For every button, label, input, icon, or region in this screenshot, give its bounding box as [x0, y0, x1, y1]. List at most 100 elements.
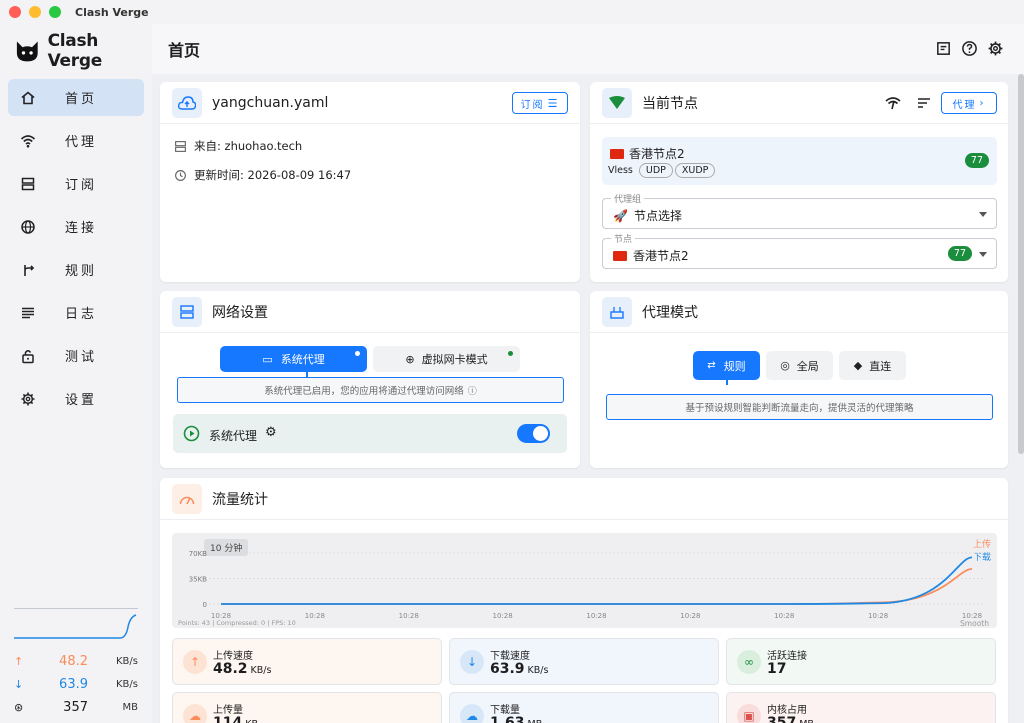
- node-delay-badge: 77: [964, 153, 989, 168]
- current-node-box[interactable]: 香港节点2 Vless UDP XUDP 77: [602, 137, 997, 185]
- dns-icon: [172, 296, 202, 327]
- mode-global-button[interactable]: ◎ 全局: [766, 351, 833, 380]
- mode-direct-button[interactable]: ◆ 直连: [839, 351, 906, 380]
- current-node-header: 当前节点 代理 ›: [590, 82, 1008, 124]
- status-dot: [355, 351, 360, 356]
- help-icon[interactable]: [961, 40, 978, 57]
- status-dot: [508, 351, 513, 356]
- speed-icon: [172, 483, 202, 514]
- gear-icon: [21, 392, 35, 405]
- stat-upload-speed: ↑ 上传速度 48.2 KB/s: [172, 638, 442, 685]
- node-tag: UDP: [638, 163, 673, 178]
- subscribe-button[interactable]: 订阅 ☰: [512, 92, 568, 114]
- wifi-icon: [20, 134, 36, 147]
- proxy-group-value: 节点选择: [633, 209, 682, 223]
- node-select-delay-badge: 77: [947, 246, 972, 261]
- sort-icon[interactable]: [917, 97, 931, 109]
- chart-y-tick-label: 0: [203, 601, 207, 609]
- chart-footer-stats: Points: 43 | Compressed: 0 | FPS: 10: [178, 619, 296, 627]
- switch-knob: [533, 426, 548, 441]
- sidebar-item-connections[interactable]: 连接: [8, 208, 144, 245]
- sidebar-memory: ⊛ 357 MB: [14, 700, 138, 715]
- tab-system-proxy[interactable]: ▭ 系统代理: [220, 346, 367, 372]
- page-header: 首页: [152, 24, 1024, 74]
- sidebar-item-rules[interactable]: 规则: [8, 251, 144, 288]
- main-content: 首页 yangchuan.yaml 订阅 ☰ 来自: zhuohao.tech …: [152, 24, 1024, 723]
- minimize-window-button[interactable]: [29, 6, 41, 18]
- sidebar-download-speed: ↓ 63.9 KB/s: [14, 677, 138, 692]
- arrow-down-icon: ↓: [460, 650, 484, 674]
- cloud-upload-icon: [172, 87, 202, 118]
- profile-title: yangchuan.yaml: [212, 94, 329, 111]
- fork-icon: [24, 264, 35, 276]
- traffic-header: 流量统计: [160, 478, 1008, 520]
- sidebar-item-home[interactable]: 首页: [8, 79, 144, 116]
- network-settings-card: 网络设置 ▭ 系统代理 ⊕ 虚拟网卡模式 系统代理已启用，您的应用将通过代理访问…: [160, 291, 580, 468]
- home-icon: [21, 90, 35, 104]
- traffic-chart-svg: 70KB 35KB 0 10:28 10:28 10:28 10:28 10:28 10:28 1…: [189, 550, 984, 620]
- memory-icon: ▣: [737, 704, 761, 723]
- traffic-chart: 10 分钟 上传 下载 70KB 35KB 0 10:28 10:28 10:28 10:2…: [172, 533, 997, 628]
- toggle-label: 系统代理: [209, 429, 258, 443]
- current-node-card: 当前节点 代理 › 香港节点2 Vless UDP XUDP 77 代理组 🚀: [590, 82, 1008, 282]
- node-tag: XUDP: [674, 163, 716, 178]
- profile-source: 来自: zhuohao.tech: [174, 138, 302, 154]
- app-logo: Clash Verge: [0, 24, 152, 78]
- sidebar-item-label: 规则: [65, 264, 98, 279]
- node-tags: Vless UDP XUDP: [608, 163, 716, 178]
- chevron-right-icon: ›: [979, 97, 986, 109]
- network-settings-header: 网络设置: [160, 291, 580, 333]
- rocket-icon: 🚀: [613, 208, 628, 223]
- network-settings-title: 网络设置: [212, 304, 268, 321]
- node-select-label: 节点: [611, 232, 636, 245]
- help-icon: ⓘ: [467, 386, 477, 397]
- tab-tun-mode[interactable]: ⊕ 虚拟网卡模式: [373, 346, 520, 372]
- node-protocol: Vless: [608, 165, 633, 176]
- node-name: 香港节点2: [629, 147, 685, 161]
- sidebar-item-logs[interactable]: 日志: [8, 294, 144, 331]
- mini-traffic-chart: [14, 608, 138, 639]
- play-circle-icon: [183, 425, 200, 442]
- current-node-title: 当前节点: [642, 95, 698, 112]
- sidebar-item-label: 日志: [65, 307, 98, 322]
- window-title: Clash Verge: [75, 5, 149, 19]
- sidebar-item-label: 设置: [65, 393, 98, 408]
- globe-icon: [21, 219, 35, 234]
- hong-kong-flag-icon: [613, 250, 627, 261]
- stat-download-speed: ↓ 下载速度 63.9 KB/s: [449, 638, 719, 685]
- proxy-group-select[interactable]: 代理组 🚀 节点选择: [602, 192, 997, 229]
- scrollbar[interactable]: [1018, 74, 1024, 454]
- proxy-group-label: 代理组: [611, 192, 645, 205]
- arrow-up-icon: ↑: [183, 650, 207, 674]
- sidebar-item-label: 订阅: [65, 178, 98, 193]
- memory-icon: ⊛: [14, 701, 24, 714]
- search-settings-icon: ⊕: [405, 352, 415, 366]
- sidebar-item-profiles[interactable]: 订阅: [8, 165, 144, 202]
- proxy-mode-title: 代理模式: [642, 304, 698, 321]
- go-proxies-button[interactable]: 代理 ›: [941, 92, 997, 114]
- maximize-window-button[interactable]: [49, 6, 61, 18]
- direction-icon: ◆: [853, 359, 863, 372]
- sidebar-item-test[interactable]: 测试: [8, 337, 144, 374]
- lock-icon: [22, 349, 34, 363]
- gear-icon[interactable]: ⚙: [265, 425, 277, 440]
- release-notes-icon[interactable]: [935, 40, 952, 57]
- system-proxy-toggle-row: 系统代理 ⚙: [173, 414, 567, 453]
- chart-x-tick-label: 10:28: [774, 612, 794, 620]
- globe-icon: ◎: [780, 359, 790, 372]
- signal-icon: [602, 87, 632, 118]
- sidebar-item-label: 测试: [65, 350, 98, 365]
- sidebar-nav: 首页 代理 订阅 连接 规则 日志 测试 设置: [0, 79, 152, 417]
- proxy-mode-hint: 基于预设规则智能判断流量走向，提供灵活的代理策略: [606, 394, 993, 420]
- sidebar-item-settings[interactable]: 设置: [8, 380, 144, 417]
- mode-rule-button[interactable]: ⇄ 规则: [693, 351, 760, 380]
- node-select[interactable]: 节点 香港节点2 77: [602, 232, 997, 269]
- link-icon: ∞: [737, 650, 761, 674]
- network-check-icon[interactable]: [885, 96, 901, 110]
- hong-kong-flag-icon: [610, 148, 624, 159]
- close-window-button[interactable]: [9, 6, 21, 18]
- sidebar-item-proxies[interactable]: 代理: [8, 122, 144, 159]
- settings-gear-icon[interactable]: [987, 40, 1004, 57]
- chart-series-line: [221, 568, 973, 605]
- system-proxy-switch[interactable]: [517, 424, 550, 443]
